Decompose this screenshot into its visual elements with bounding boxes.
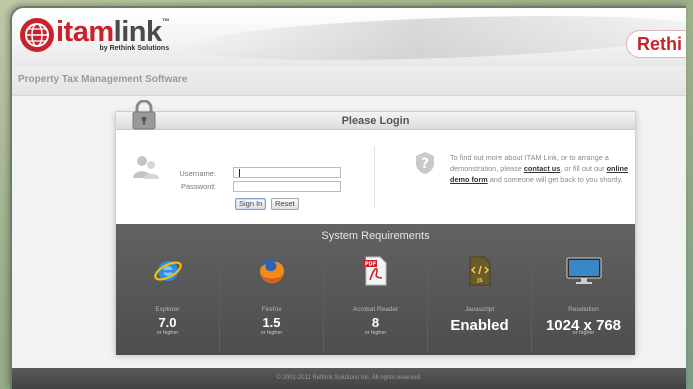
logo-wordmark: itamlink™	[56, 16, 170, 48]
requirement-value: 7.0	[158, 315, 177, 330]
tagline-bar: Property Tax Management Software	[12, 66, 686, 96]
copyright-text: © 2001-2011 Rethink Solutions Inc. All r…	[276, 375, 422, 381]
requirement-value: Enabled	[450, 317, 509, 334]
requirement-firefox: Firefox 1.5 or higher	[220, 246, 324, 352]
question-mark-icon: ?	[414, 151, 436, 180]
system-requirements-section: System Requirements Explorer 7.0 or high…	[116, 224, 635, 355]
requirement-acrobat: PDF Acrobat Reader 8 or higher	[324, 246, 428, 352]
requirement-name: Acrobat Reader	[352, 306, 399, 313]
requirement-note: or higher	[156, 330, 179, 336]
javascript-icon: JS	[469, 256, 491, 291]
requirement-value: 8	[371, 315, 380, 330]
requirement-javascript: JS Javascript Enabled	[428, 246, 532, 352]
password-label: Password:	[180, 182, 216, 191]
site-footer: © 2001-2011 Rethink Solutions Inc. All r…	[12, 368, 686, 389]
demo-info-text: To find out more about ITAM Link, or to …	[450, 153, 629, 184]
requirement-explorer: Explorer 7.0 or higher	[116, 246, 220, 352]
site-tagline: Property Tax Management Software	[18, 74, 188, 85]
login-panel: Please Login Username: Password: Sign In…	[115, 99, 636, 355]
requirement-name: Resolution	[568, 306, 599, 313]
monitor-icon	[566, 256, 602, 291]
rethink-solutions-tab[interactable]: Rethi	[626, 30, 686, 58]
login-panel-header: Please Login	[116, 112, 635, 130]
requirement-note: or higher	[260, 330, 283, 336]
requirement-note: or higher	[572, 330, 595, 336]
reset-button[interactable]: Reset	[271, 198, 299, 210]
svg-text:JS: JS	[476, 278, 483, 284]
requirement-name: Firefox	[261, 306, 282, 313]
login-title: Please Login	[341, 115, 410, 127]
site-header: itamlink™ by Rethink Solutions Rethi	[12, 8, 686, 68]
header-swoosh-decoration	[181, 8, 686, 68]
svg-text:?: ?	[421, 156, 429, 172]
internet-explorer-icon	[153, 256, 183, 291]
system-requirements-title: System Requirements	[321, 230, 430, 242]
username-label: Username:	[179, 169, 216, 178]
sign-in-button[interactable]: Sign In	[235, 198, 267, 210]
requirement-value: 1.5	[262, 315, 281, 330]
acrobat-reader-icon: PDF	[363, 256, 389, 291]
svg-text:PDF: PDF	[364, 262, 375, 268]
padlock-icon	[132, 99, 156, 135]
contact-us-link[interactable]: contact us	[524, 164, 561, 173]
globe-logo-icon	[20, 18, 54, 52]
username-input[interactable]	[233, 167, 341, 178]
firefox-icon	[257, 256, 287, 291]
requirement-resolution: Resolution 1024 x 768 or higher	[532, 246, 635, 352]
requirement-note: or higher	[364, 330, 387, 336]
login-divider	[374, 146, 375, 208]
requirement-name: Javascript	[464, 306, 495, 313]
browser-page-frame: itamlink™ by Rethink Solutions Rethi Pro…	[10, 6, 686, 389]
itamlink-logo[interactable]: itamlink™ by Rethink Solutions	[20, 16, 170, 52]
requirements-row: Explorer 7.0 or higher Firefox 1.5 or hi…	[116, 246, 635, 352]
requirement-name: Explorer	[155, 306, 180, 313]
password-input[interactable]	[233, 181, 341, 192]
